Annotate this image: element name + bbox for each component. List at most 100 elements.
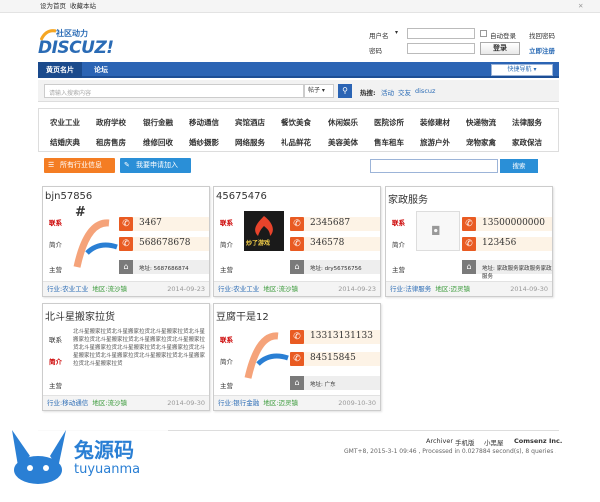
card-industry[interactable]: 移动通信 bbox=[62, 399, 88, 407]
hot-term-link[interactable]: 活动 bbox=[381, 87, 394, 97]
card-industry[interactable]: 农业工业 bbox=[62, 285, 88, 293]
card-phone: 13313131133 bbox=[310, 331, 373, 341]
card-area[interactable]: 流沙镇 bbox=[279, 285, 299, 293]
search-bar: 请输入搜索内容 帖子 ▾ ⚲ 热搜: 活动 交友 discuz bbox=[38, 80, 559, 102]
card-title[interactable]: 北斗星搬家拉货 bbox=[45, 308, 115, 323]
card-title[interactable]: bjn57856 bbox=[45, 191, 92, 202]
card-phone-row[interactable]: ✆ 13313131133 bbox=[290, 330, 380, 344]
set-home-link[interactable]: 设为首页 bbox=[40, 0, 66, 13]
card-industry-label: 行业: bbox=[47, 285, 63, 293]
business-card[interactable]: 北斗星搬家拉货 联系 简介 主营 北斗星搬家拉货北斗星搬家拉货北斗星搬家拉货北斗… bbox=[42, 303, 210, 411]
search-icon[interactable]: ⚲ bbox=[338, 84, 352, 98]
category-link[interactable]: 银行金融 bbox=[143, 117, 173, 128]
category-link[interactable]: 装修建材 bbox=[420, 117, 450, 128]
card-intro-label: 简介 bbox=[220, 241, 233, 249]
close-icon[interactable]: ✕ bbox=[578, 0, 583, 13]
card-area[interactable]: 流沙镇 bbox=[108, 285, 128, 293]
category-link[interactable]: 快递物流 bbox=[466, 117, 496, 128]
watermark-subtitle: tuyuanma bbox=[74, 462, 141, 477]
hot-term-link[interactable]: discuz bbox=[415, 87, 435, 95]
card-image[interactable]: ◘ bbox=[416, 211, 460, 251]
category-link[interactable]: 农业工业 bbox=[50, 117, 80, 128]
category-link[interactable]: 医院诊所 bbox=[374, 117, 404, 128]
card-area[interactable]: 迈灵镇 bbox=[279, 399, 299, 407]
card-contact-label: 联系 bbox=[220, 336, 233, 344]
category-link[interactable]: 维修回收 bbox=[143, 137, 173, 148]
card-phone-row[interactable]: ✆ 2345687 bbox=[290, 217, 380, 231]
category-link[interactable]: 移动通信 bbox=[189, 117, 219, 128]
quick-nav-button[interactable]: 快捷导航 ▾ bbox=[491, 64, 553, 76]
category-link[interactable]: 宠物家禽 bbox=[466, 137, 496, 148]
password-input[interactable] bbox=[407, 43, 475, 54]
hot-search-label: 热搜: bbox=[360, 89, 376, 97]
apply-join-button[interactable]: ✎ 我要申请加入 bbox=[120, 158, 191, 173]
category-link[interactable]: 法律服务 bbox=[512, 117, 542, 128]
category-link[interactable]: 结婚庆典 bbox=[50, 137, 80, 148]
card-contact-label: 联系 bbox=[220, 219, 233, 227]
footer-link[interactable]: Archiver bbox=[426, 437, 453, 445]
yellow-pages-search-input[interactable] bbox=[370, 159, 498, 173]
card-area[interactable]: 流沙镇 bbox=[108, 399, 128, 407]
card-image[interactable]: # bbox=[73, 205, 121, 271]
card-address-row: ⌂ 地址: 5687686874 bbox=[119, 260, 209, 274]
card-business-label: 主营 bbox=[392, 266, 405, 274]
register-link[interactable]: 立即注册 bbox=[529, 45, 555, 55]
card-title[interactable]: 豆腐干是12 bbox=[216, 308, 269, 323]
card-phone-row[interactable]: ✆ 13500000000 bbox=[462, 217, 552, 231]
all-industries-label: 所有行业信息 bbox=[60, 161, 102, 169]
footer-link[interactable]: 手机版 bbox=[455, 437, 475, 447]
category-link[interactable]: 网络服务 bbox=[235, 137, 265, 148]
chevron-down-icon[interactable]: ▾ bbox=[395, 29, 398, 36]
search-input[interactable]: 请输入搜索内容 bbox=[44, 84, 304, 98]
card-area-label: 地区: bbox=[92, 399, 108, 407]
footer-link[interactable]: Comsenz Inc. bbox=[514, 437, 562, 445]
card-phone-row[interactable]: ✆ 568678678 bbox=[119, 237, 209, 251]
card-phone: 346578 bbox=[310, 238, 345, 248]
business-card[interactable]: bjn57856 联系 简介 主营 # ✆ 3467 ✆ 568678678 ⌂ 地址… bbox=[42, 186, 210, 297]
card-area[interactable]: 迈灵镇 bbox=[451, 285, 471, 293]
site-logo[interactable]: 社区动力 DISCUZ! bbox=[38, 26, 138, 60]
business-card[interactable]: 家政服务 联系 简介 主营 ◘ ✆ 13500000000 ✆ 123456 ⌂ 地址… bbox=[385, 186, 553, 297]
bookmark-link[interactable]: 收藏本站 bbox=[70, 0, 96, 13]
tab-yellow-pages[interactable]: 黄页名片 bbox=[38, 62, 82, 78]
business-card[interactable]: 45675476 联系 简介 主营 炒了游戏 ✆ 2345687 ✆ 346578 … bbox=[213, 186, 381, 297]
business-card[interactable]: 豆腐干是12 联系 简介 主营 ✆ 13313131133 ✆ 84515845 ⌂… bbox=[213, 303, 381, 411]
card-title[interactable]: 45675476 bbox=[216, 191, 267, 202]
search-scope-select[interactable]: 帖子 ▾ bbox=[304, 84, 334, 98]
card-image[interactable]: 炒了游戏 bbox=[244, 211, 284, 251]
category-link[interactable]: 礼品鲜花 bbox=[281, 137, 311, 148]
category-link[interactable]: 政府学校 bbox=[96, 117, 126, 128]
card-phone-row[interactable]: ✆ 3467 bbox=[119, 217, 209, 231]
card-phone-row[interactable]: ✆ 346578 bbox=[290, 237, 380, 251]
category-link[interactable]: 售车租车 bbox=[374, 137, 404, 148]
auto-login-checkbox[interactable] bbox=[480, 30, 487, 37]
forgot-password-link[interactable]: 找回密码 bbox=[529, 30, 555, 40]
username-input[interactable] bbox=[407, 28, 475, 39]
category-link[interactable]: 餐饮美食 bbox=[281, 117, 311, 128]
category-link[interactable]: 家政保洁 bbox=[512, 137, 542, 148]
tab-forum[interactable]: 论坛 bbox=[86, 62, 116, 78]
list-icon: ☰ bbox=[48, 161, 55, 169]
category-link[interactable]: 宾馆酒店 bbox=[235, 117, 265, 128]
all-industries-button[interactable]: ☰ 所有行业信息 bbox=[44, 158, 115, 173]
card-phone-row[interactable]: ✆ 123456 bbox=[462, 237, 552, 251]
login-button[interactable]: 登录 bbox=[480, 42, 520, 55]
category-link[interactable]: 租房售房 bbox=[96, 137, 126, 148]
category-link[interactable]: 休闲娱乐 bbox=[328, 117, 358, 128]
card-title[interactable]: 家政服务 bbox=[388, 191, 428, 206]
card-phone: 123456 bbox=[482, 238, 517, 248]
page-footer: Archiver 手机版 小黑屋 Comsenz Inc. GMT+8, 201… bbox=[0, 422, 600, 502]
category-link[interactable]: 旅游户外 bbox=[420, 137, 450, 148]
footer-link[interactable]: 小黑屋 bbox=[484, 437, 504, 447]
hot-term-link[interactable]: 交友 bbox=[398, 87, 411, 97]
card-industry[interactable]: 法律服务 bbox=[405, 285, 431, 293]
phone-icon: ✆ bbox=[290, 352, 304, 366]
category-link[interactable]: 婚纱摄影 bbox=[189, 137, 219, 148]
card-image[interactable] bbox=[244, 326, 290, 386]
yellow-pages-search-button[interactable]: 搜索 bbox=[500, 159, 538, 173]
card-industry[interactable]: 农业工业 bbox=[233, 285, 259, 293]
watermark: 兔源码 tuyuanma bbox=[0, 422, 168, 502]
card-industry[interactable]: 银行金融 bbox=[233, 399, 259, 407]
category-link[interactable]: 美容美体 bbox=[328, 137, 358, 148]
card-phone-row[interactable]: ✆ 84515845 bbox=[290, 352, 380, 366]
